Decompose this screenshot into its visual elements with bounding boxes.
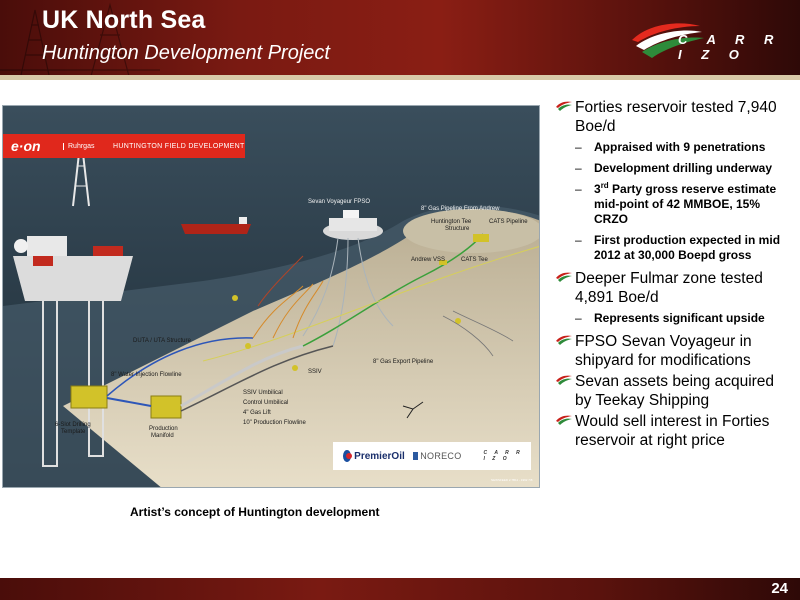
label-andrew-vss: Andrew VSS	[411, 257, 446, 263]
premier-oil-icon	[343, 450, 353, 462]
bullet-fulmar: Deeper Fulmar zone tested 4,891 Boe/d	[553, 269, 793, 307]
bullet-list: Forties reservoir tested 7,940 Boe/d – Ap…	[553, 98, 793, 452]
label-gas-pipeline-andrew: 8" Gas Pipeline From Andrew	[421, 206, 500, 212]
huntington-illustration: e·on Ruhrgas HUNTINGTON FIELD DEVELOPMEN…	[2, 105, 540, 488]
carrizo-bullet-icon	[556, 375, 572, 385]
bullet-sell: Would sell interest in Forties reservoir…	[553, 412, 793, 450]
noreco-icon	[412, 452, 419, 460]
sub-bullet-development-text: Development drilling underway	[594, 161, 773, 175]
bullet-sell-text: Would sell interest in Forties reservoir…	[575, 413, 770, 449]
label-water-injection: 8" Water Injection Flowline	[111, 372, 182, 378]
carrizo-logo: C A R R I Z O	[628, 18, 788, 62]
bullet-sevan-text: Sevan assets being acquired by Teekay Sh…	[575, 373, 775, 409]
sub-bullet-production-text: First production expected in mid 2012 at…	[594, 233, 781, 262]
sub-bullet-reserve-num: 3	[594, 182, 601, 196]
label-cats-pipeline: CATS Pipeline	[489, 219, 528, 225]
page-subtitle: Huntington Development Project	[42, 42, 330, 64]
page-title: UK North Sea	[42, 6, 206, 34]
label-gas-export: 8" Gas Export Pipeline	[373, 359, 434, 365]
bullet-fpso-text: FPSO Sevan Voyageur in shipyard for modi…	[575, 333, 752, 369]
carrizo-bullet-icon	[556, 335, 572, 345]
sub-bullet-development: – Development drilling underway	[575, 161, 773, 175]
bullet-forties: Forties reservoir tested 7,940 Boe/d	[553, 98, 793, 136]
forties-sublist: – Appraised with 9 penetrations – Developm…	[553, 140, 793, 263]
sub-bullet-reserve-sup: rd	[600, 181, 609, 190]
header-band: UK North Sea Huntington Development Proj…	[0, 0, 800, 80]
label-production-flowline: 10" Production Flowline	[243, 420, 306, 426]
sub-bullet-upside: – Represents significant upside	[575, 311, 765, 325]
label-fpso: Sevan Voyageur FPSO	[308, 199, 371, 205]
carrizo-bullet-icon	[556, 415, 572, 425]
sub-bullet-reserve: –3rd Party gross reserve estimate mid-po…	[575, 181, 777, 227]
page-number: 24	[771, 580, 788, 597]
bullet-forties-text: Forties reservoir tested 7,940 Boe/d	[575, 99, 777, 135]
eon-banner: e·on Ruhrgas HUNTINGTON FIELD DEVELOPMEN…	[3, 134, 245, 158]
carrizo-logo-text: C A R R I Z O	[678, 32, 782, 62]
label-control-umbilical: Control Umbilical	[243, 400, 289, 406]
label-gas-lift: 4" Gas Lift	[243, 410, 271, 416]
footer-band: 24	[0, 578, 800, 600]
label-cats-tee: CATS Tee	[461, 257, 488, 263]
illustration-ref: NEWSFEED 2.7B11 - 1992 7/8	[491, 478, 533, 482]
label-ssiv-umbilical: SSIV Umbilical	[243, 390, 283, 396]
label-drilling-template-1: 6-Slot Drilling	[55, 422, 91, 428]
label-manifold-1: Production	[149, 426, 178, 432]
label-duta: DUTA / UTA Structure	[133, 338, 191, 344]
bullet-fpso: FPSO Sevan Voyageur in shipyard for modi…	[553, 332, 793, 370]
premier-oil-logo: PremierOil	[354, 450, 405, 462]
eon-banner-title: HUNTINGTON FIELD DEVELOPMENT	[113, 142, 245, 150]
sub-bullet-appraised-text: Appraised with 9 penetrations	[594, 140, 766, 154]
carrizo-bullet-icon	[556, 101, 572, 111]
eon-ruhrgas: Ruhrgas	[63, 142, 103, 150]
partner-logos: PremierOil NORECO C A R R I Z O	[333, 442, 531, 470]
label-huntington-tee: Huntington Tee	[431, 219, 472, 225]
label-drilling-template-2: Template	[61, 429, 86, 435]
sub-bullet-appraised: – Appraised with 9 penetrations	[575, 140, 766, 154]
sub-bullet-reserve-text: Party gross reserve estimate mid-point o…	[594, 182, 777, 226]
bullet-fulmar-text: Deeper Fulmar zone tested 4,891 Boe/d	[575, 270, 763, 306]
sub-bullet-production: – First production expected in mid 2012 a…	[575, 233, 781, 262]
sub-bullet-upside-text: Represents significant upside	[594, 311, 765, 325]
carrizo-bullet-icon	[556, 272, 572, 282]
label-structure: Structure	[445, 226, 470, 232]
carrizo-mini-logo: C A R R I Z O	[483, 450, 523, 462]
bullet-sevan: Sevan assets being acquired by Teekay Sh…	[553, 372, 793, 410]
label-manifold-2: Manifold	[151, 433, 174, 439]
illustration-caption: Artist’s concept of Huntington developme…	[130, 505, 380, 519]
noreco-logo: NORECO	[420, 451, 462, 461]
eon-logo: e·on	[11, 138, 41, 154]
label-ssiv: SSIV	[308, 369, 322, 375]
fulmar-sublist: – Represents significant upside	[553, 311, 793, 326]
